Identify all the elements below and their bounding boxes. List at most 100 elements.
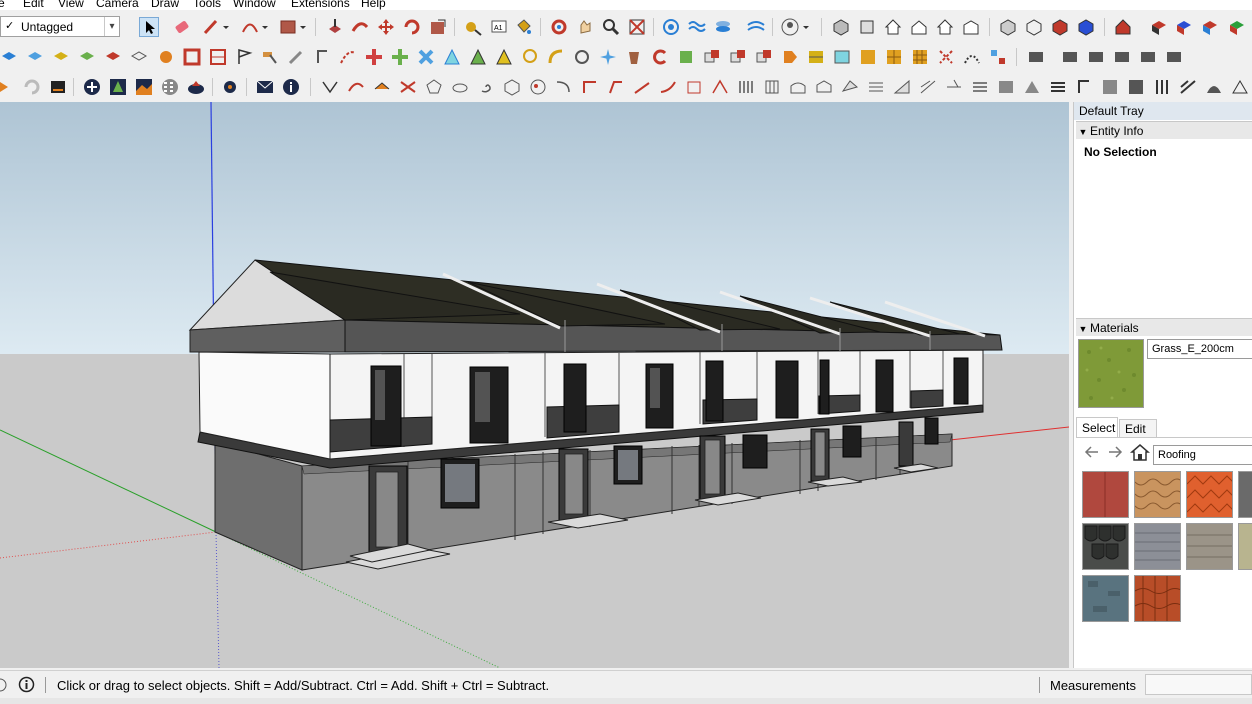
extrude-curve-icon[interactable] xyxy=(658,77,678,97)
scene-icon-5[interactable] xyxy=(1138,47,1158,67)
cloud-upload-icon[interactable] xyxy=(186,77,206,97)
left-view-icon[interactable] xyxy=(961,17,981,37)
compass-icon[interactable] xyxy=(598,47,618,67)
material-swatch[interactable] xyxy=(1082,471,1129,518)
delete-points-icon[interactable] xyxy=(936,47,956,67)
pencil-tool-icon[interactable] xyxy=(201,17,221,37)
fillet-icon[interactable] xyxy=(372,77,392,97)
menu-view[interactable]: View xyxy=(58,0,84,10)
textured-style-icon[interactable] xyxy=(1076,17,1096,37)
chevron-down-icon[interactable]: ▾ xyxy=(104,17,119,36)
bezier-icon[interactable] xyxy=(338,47,358,67)
eraser-tool-icon[interactable] xyxy=(172,17,192,37)
slice-icon[interactable] xyxy=(944,77,964,97)
top-view-icon[interactable] xyxy=(857,17,877,37)
loop-icon[interactable] xyxy=(572,47,592,67)
wrench-icon[interactable] xyxy=(286,47,306,67)
tab-edit[interactable]: Edit xyxy=(1119,419,1157,437)
tag-selector[interactable]: ✓ Untagged ▾ xyxy=(0,16,120,37)
info-icon[interactable] xyxy=(281,77,301,97)
warehouse-icon[interactable] xyxy=(1113,17,1133,37)
lathe-icon[interactable] xyxy=(554,77,574,97)
checker-icon[interactable] xyxy=(160,77,180,97)
tile-icon[interactable] xyxy=(910,47,930,67)
model-viewport[interactable] xyxy=(0,102,1069,668)
menu-window[interactable]: Window xyxy=(233,0,276,10)
xray-style-icon[interactable] xyxy=(998,17,1018,37)
solid-tools-icon[interactable] xyxy=(0,47,20,67)
menu-draw[interactable]: Draw xyxy=(151,0,179,10)
material-swatch[interactable] xyxy=(1186,523,1233,570)
sandbox-icon[interactable] xyxy=(687,17,707,37)
material-swatch[interactable] xyxy=(1134,575,1184,622)
extrude-path-icon[interactable] xyxy=(606,77,626,97)
scene-icon-6[interactable] xyxy=(1164,47,1184,67)
group-icon[interactable] xyxy=(728,47,748,67)
menu-help[interactable]: Help xyxy=(361,0,386,10)
zoom-extents-icon[interactable] xyxy=(627,17,647,37)
zoom-icon[interactable] xyxy=(601,17,621,37)
settings-gear-icon[interactable] xyxy=(220,77,240,97)
polygon-icon[interactable] xyxy=(424,77,444,97)
hatch-lines-icon[interactable] xyxy=(918,77,938,97)
triangulate-icon[interactable] xyxy=(1230,77,1250,97)
split-icon[interactable] xyxy=(156,47,176,67)
materials-header[interactable]: ▼ Materials xyxy=(1076,318,1252,336)
text-tool-icon[interactable]: A1 xyxy=(489,17,509,37)
line-tool-icon[interactable] xyxy=(320,77,340,97)
lasso-icon[interactable] xyxy=(520,47,540,67)
frame-icon[interactable] xyxy=(182,47,202,67)
dotted-arc-icon[interactable] xyxy=(962,47,982,67)
select-tool-icon[interactable] xyxy=(139,17,159,37)
follow-me-icon[interactable] xyxy=(350,17,370,37)
account-icon[interactable] xyxy=(780,17,800,37)
pan-icon[interactable] xyxy=(575,17,595,37)
tag-icon[interactable] xyxy=(780,47,800,67)
pattern-icon[interactable] xyxy=(1100,77,1120,97)
iso-view-icon[interactable] xyxy=(831,17,851,37)
bisect-icon[interactable] xyxy=(398,77,418,97)
hammer-icon[interactable] xyxy=(260,47,280,67)
hatch-grid-icon[interactable] xyxy=(884,47,904,67)
columns-icon[interactable] xyxy=(1152,77,1172,97)
offset-icon[interactable] xyxy=(312,47,332,67)
refresh-icon[interactable] xyxy=(22,77,42,97)
sweep-icon[interactable] xyxy=(1204,77,1224,97)
arc-tool-icon[interactable] xyxy=(240,17,260,37)
sphere-icon[interactable] xyxy=(528,77,548,97)
entity-info-header[interactable]: ▼ Entity Info xyxy=(1076,121,1252,139)
material-swatch[interactable] xyxy=(1238,523,1252,570)
union-icon[interactable] xyxy=(78,47,98,67)
paint-bucket-icon[interactable] xyxy=(514,17,534,37)
push-pull-icon[interactable] xyxy=(325,17,345,37)
scene-icon-2[interactable] xyxy=(1060,47,1080,67)
grid-icon[interactable] xyxy=(208,47,228,67)
flag-icon[interactable] xyxy=(234,47,254,67)
wireframe-style-icon[interactable] xyxy=(1024,17,1044,37)
drape-icon[interactable] xyxy=(746,17,766,37)
shaded-style-icon[interactable] xyxy=(1050,17,1070,37)
texture-icon[interactable] xyxy=(1126,77,1146,97)
image-icon[interactable] xyxy=(832,47,852,67)
mesh-icon[interactable] xyxy=(788,77,808,97)
material-swatch[interactable] xyxy=(1238,471,1252,518)
warning-icon[interactable] xyxy=(494,47,514,67)
tab-select[interactable]: Select xyxy=(1076,417,1118,437)
green-cross-icon[interactable] xyxy=(390,47,410,67)
box-icon[interactable] xyxy=(502,77,522,97)
right-view-icon[interactable] xyxy=(909,17,929,37)
material-swatch[interactable] xyxy=(1082,575,1129,622)
trim-icon[interactable] xyxy=(130,47,150,67)
measurements-input[interactable] xyxy=(1145,674,1252,695)
scene-icon-4[interactable] xyxy=(1112,47,1132,67)
layers-icon[interactable] xyxy=(713,17,733,37)
stack-icon[interactable] xyxy=(970,77,990,97)
front-view-icon[interactable] xyxy=(883,17,903,37)
rectangle-dropdown-icon[interactable] xyxy=(299,17,307,37)
bucket-icon[interactable] xyxy=(624,47,644,67)
scene-icon-1[interactable] xyxy=(1026,47,1046,67)
pyramid-icon[interactable] xyxy=(442,47,462,67)
hatch-icon[interactable] xyxy=(858,47,878,67)
back-view-icon[interactable] xyxy=(935,17,955,37)
account-dropdown-icon[interactable] xyxy=(802,17,810,37)
